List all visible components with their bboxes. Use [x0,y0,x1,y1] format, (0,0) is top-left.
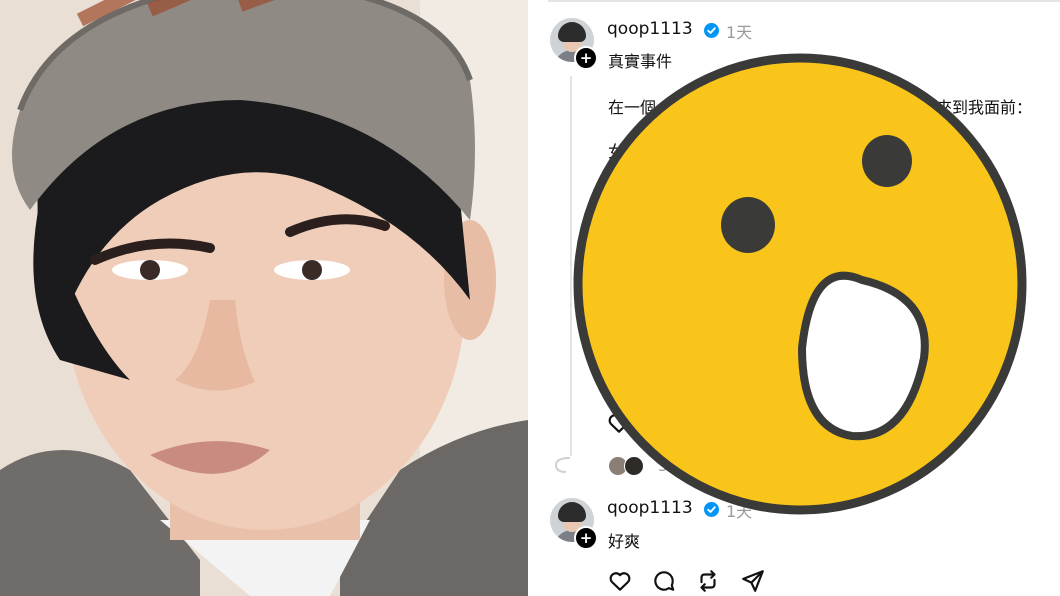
heart-icon[interactable] [607,568,633,594]
post-username[interactable]: qoop1113 [607,19,693,39]
top-border [548,0,1060,2]
profile-photo [0,0,528,596]
verified-badge-icon [704,23,719,38]
photo-divider [528,0,548,596]
reply-follow-plus-icon[interactable]: + [574,526,598,550]
share-icon[interactable] [740,568,766,594]
post-time: 1天 [726,23,753,42]
reply-text: 好爽 [608,532,641,551]
comment-icon[interactable] [651,568,677,594]
repost-icon[interactable] [695,568,721,594]
surprised-face-emoji [573,53,1027,515]
portrait-illustration [0,0,528,596]
screenshot-stage: + qoop1113 1天 真實事件 在一個 子來到我面前： 女 3 [0,0,1060,596]
